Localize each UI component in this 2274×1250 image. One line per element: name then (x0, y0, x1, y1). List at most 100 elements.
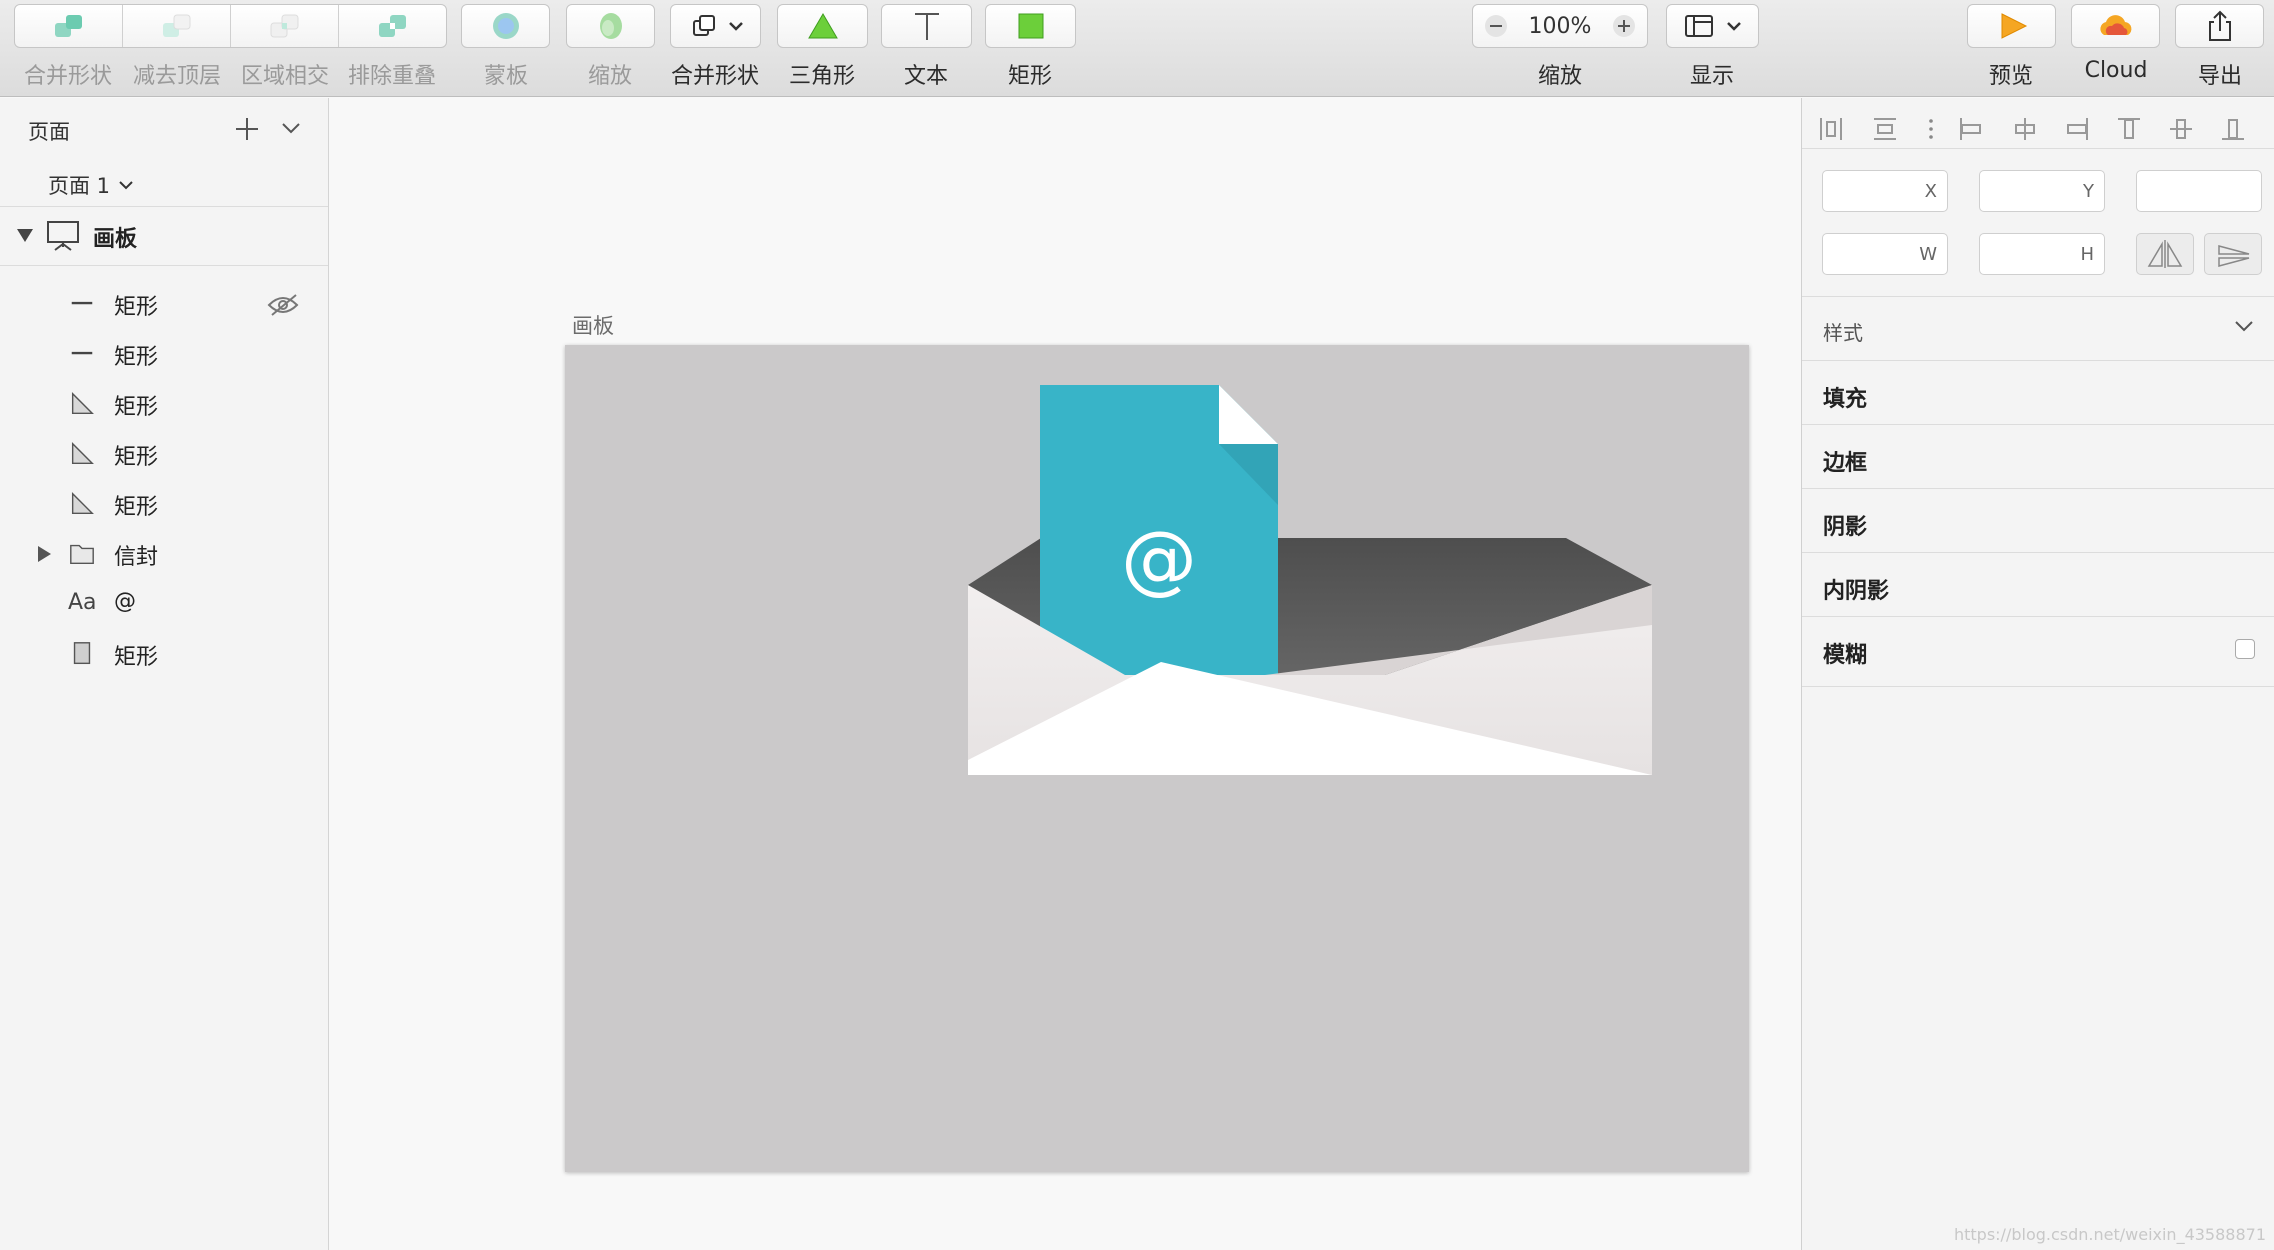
layers-panel: 页面 页面 1 画板 矩形 矩形 矩形 矩形 矩形 信封 Aa @ 矩形 (0, 98, 329, 1250)
style-header[interactable]: 样式 (1802, 297, 2274, 361)
y-field-label: Y (2083, 181, 2094, 202)
rotation-field[interactable] (2136, 170, 2262, 212)
folder-icon (70, 544, 94, 565)
combine-label: 合并形状 (670, 64, 760, 89)
layer-name: 画板 (93, 227, 138, 252)
difference-label: 排除重叠 (347, 64, 437, 89)
artboard-title[interactable]: 画板 (572, 310, 614, 340)
page-name: 页面 1 (48, 174, 111, 198)
layer-row[interactable]: 信封 (0, 530, 328, 578)
layer-row[interactable]: 矩形 (0, 430, 328, 478)
layer-name: 矩形 (114, 495, 159, 520)
triangle-label: 三角形 (788, 64, 856, 89)
align-top-icon[interactable] (2114, 114, 2144, 144)
blur-section: 模糊 (1802, 617, 2274, 687)
zoom-control: 100% (1472, 4, 1648, 48)
subtract-icon (162, 14, 190, 37)
zoom-value: 100% (1528, 13, 1592, 39)
mask-button[interactable] (461, 4, 550, 48)
flip-horizontal-button[interactable] (2136, 233, 2194, 275)
triangle-icon (71, 442, 94, 465)
at-symbol: @ (1121, 514, 1197, 603)
combine-icon (692, 15, 743, 36)
watermark: https://blog.csdn.net/weixin_43588871 (1953, 1225, 2266, 1244)
display-label: 显示 (1689, 64, 1735, 89)
distribute-vertical-icon[interactable] (1870, 114, 1900, 144)
combine-dropdown[interactable] (670, 4, 761, 48)
align-center-h-icon[interactable] (2010, 114, 2040, 144)
layer-row[interactable]: 矩形 (0, 330, 328, 378)
triangle-icon (71, 392, 94, 415)
align-bottom-icon[interactable] (2218, 114, 2248, 144)
shadow-section[interactable]: 阴影 (1802, 489, 2274, 553)
cloud-button[interactable] (2071, 4, 2160, 48)
w-field-label: W (1919, 244, 1937, 265)
layer-row[interactable]: 矩形 (0, 630, 328, 678)
h-field-label: H (2080, 244, 2094, 265)
border-section[interactable]: 边框 (1802, 425, 2274, 489)
height-field[interactable]: H (1979, 233, 2105, 275)
text-button[interactable] (881, 4, 972, 48)
rectangle-button[interactable] (985, 4, 1076, 48)
boolean-ops-group (14, 4, 447, 48)
display-dropdown[interactable] (1666, 4, 1759, 48)
intersect-icon (270, 14, 298, 38)
y-field[interactable]: Y (1979, 170, 2105, 212)
collapse-pages-icon[interactable] (280, 120, 302, 136)
more-icon[interactable] (1916, 114, 1946, 144)
artboard[interactable]: @ (565, 345, 1749, 1172)
rectangle-label: 矩形 (1007, 64, 1053, 89)
layer-row[interactable]: 矩形 (0, 480, 328, 528)
layer-row[interactable]: 矩形 (0, 380, 328, 428)
distribute-horizontal-icon[interactable] (1816, 114, 1846, 144)
flip-vertical-icon (2218, 245, 2250, 267)
line-icon (71, 301, 93, 305)
export-button[interactable] (2175, 4, 2264, 48)
fill-section[interactable]: 填充 (1802, 361, 2274, 425)
mask-label: 蒙板 (483, 64, 529, 89)
border-label: 边框 (1823, 451, 1868, 476)
zoom-out-icon[interactable] (1483, 13, 1509, 39)
flip-vertical-button[interactable] (2204, 233, 2262, 275)
envelope-illustration: @ (968, 385, 1652, 775)
inner-shadow-label: 内阴影 (1823, 579, 1890, 604)
add-page-icon[interactable] (234, 116, 260, 142)
scale-icon (599, 13, 622, 39)
preview-label: 预览 (1988, 64, 2034, 89)
union-icon (54, 15, 82, 37)
zoom-in-icon[interactable] (1611, 13, 1637, 39)
scale-label: 缩放 (587, 64, 633, 89)
align-right-icon[interactable] (2062, 114, 2092, 144)
layer-row[interactable]: Aa @ (0, 580, 328, 628)
union-button[interactable] (15, 5, 123, 47)
align-left-icon[interactable] (1956, 114, 1986, 144)
layer-artboard[interactable]: 画板 (0, 212, 328, 260)
shadow-label: 阴影 (1823, 515, 1868, 540)
inner-shadow-section[interactable]: 内阴影 (1802, 553, 2274, 617)
layer-name: 矩形 (114, 345, 159, 370)
divider (0, 206, 328, 207)
blur-checkbox[interactable] (2235, 639, 2255, 659)
preview-button[interactable] (1967, 4, 2056, 48)
cloud-label: Cloud (2084, 58, 2148, 83)
blur-label: 模糊 (1823, 643, 1868, 668)
disclosure-closed-icon[interactable] (36, 545, 52, 563)
layer-row[interactable]: 矩形 (0, 280, 328, 328)
scale-button[interactable] (566, 4, 655, 48)
disclosure-open-icon[interactable] (16, 226, 34, 244)
x-field[interactable]: X (1822, 170, 1948, 212)
text-tool-icon (914, 13, 939, 40)
x-field-label: X (1924, 181, 1937, 202)
triangle-button[interactable] (777, 4, 868, 48)
pages-title: 页面 (28, 120, 70, 144)
subtract-button[interactable] (123, 5, 231, 47)
width-field[interactable]: W (1822, 233, 1948, 275)
page-item[interactable]: 页面 1 (48, 170, 135, 200)
align-middle-v-icon[interactable] (2166, 114, 2196, 144)
intersect-button[interactable] (231, 5, 339, 47)
difference-button[interactable] (339, 5, 446, 47)
hidden-eye-icon[interactable] (266, 292, 300, 318)
triangle-icon (71, 492, 94, 515)
layer-name: 矩形 (114, 445, 159, 470)
layer-name: @ (114, 589, 136, 614)
